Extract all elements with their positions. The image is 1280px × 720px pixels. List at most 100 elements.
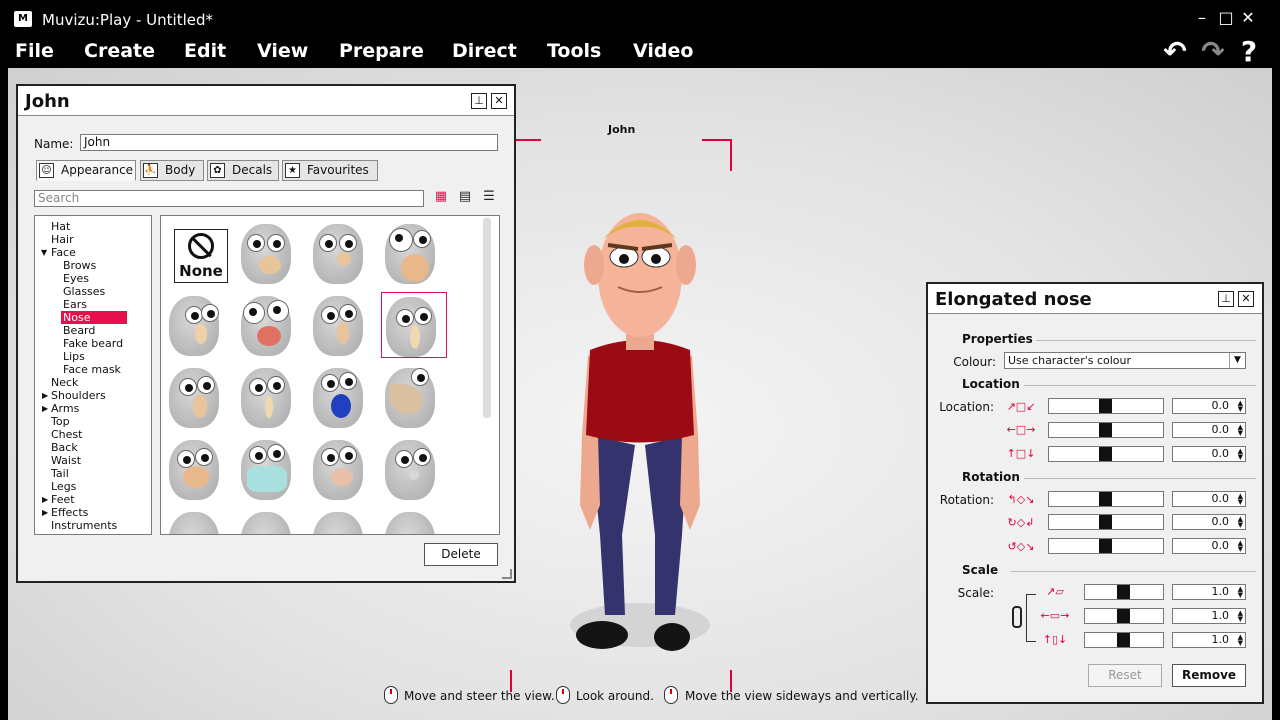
stepper-arrows-icon[interactable]: ▲ ▼ (1234, 448, 1243, 461)
location-z-slider[interactable] (1048, 446, 1164, 462)
tree-item-brows[interactable]: Brows (63, 259, 96, 272)
nose-option[interactable] (237, 220, 303, 286)
colour-select[interactable]: Use character's colour ▼ (1004, 352, 1246, 369)
tree-item-legs[interactable]: Legs (51, 480, 76, 493)
nose-option[interactable] (237, 436, 303, 502)
rotation-y-slider[interactable] (1048, 514, 1164, 530)
tree-item-glasses[interactable]: Glasses (63, 285, 105, 298)
nose-option[interactable] (381, 508, 447, 534)
menu-create[interactable]: Create (84, 40, 155, 62)
scale-x-stepper[interactable]: 1.0 ▲ ▼ (1172, 584, 1246, 600)
stepper-arrows-icon[interactable]: ▲ ▼ (1234, 634, 1243, 647)
close-icon[interactable]: ✕ (1238, 291, 1254, 307)
scale-z-slider[interactable] (1084, 632, 1164, 648)
scale-x-slider[interactable] (1084, 584, 1164, 600)
redo-icon[interactable]: ↷ (1196, 36, 1230, 68)
nose-option[interactable] (309, 292, 375, 358)
tree-item-ears[interactable]: Ears (63, 298, 87, 311)
tree-item-effects[interactable]: Effects (51, 506, 88, 519)
nose-option[interactable] (381, 364, 447, 430)
nose-option[interactable] (237, 292, 303, 358)
rotation-z-stepper[interactable]: 0.0 ▲ ▼ (1172, 538, 1246, 554)
list-view-icon[interactable]: ☰ (481, 189, 497, 205)
pin-icon[interactable]: ⊥ (471, 93, 487, 109)
tree-item-eyes[interactable]: Eyes (63, 272, 89, 285)
location-x-stepper[interactable]: 0.0 ▲ ▼ (1172, 398, 1246, 414)
tree-item-lips[interactable]: Lips (63, 350, 85, 363)
collapsed-arrow-icon[interactable]: ▶ (42, 404, 48, 413)
tree-item-nose[interactable]: Nose (61, 311, 127, 324)
menu-file[interactable]: File (15, 40, 54, 62)
menu-prepare[interactable]: Prepare (339, 40, 424, 62)
undo-icon[interactable]: ↶ (1158, 36, 1192, 68)
nose-option[interactable] (237, 364, 303, 430)
rotation-x-stepper[interactable]: 0.0 ▲ ▼ (1172, 491, 1246, 507)
tree-item-hair[interactable]: Hair (51, 233, 74, 246)
tree-item-face[interactable]: Face (51, 246, 76, 259)
nose-option[interactable] (309, 364, 375, 430)
scale-y-stepper[interactable]: 1.0 ▲ ▼ (1172, 608, 1246, 624)
collapsed-arrow-icon[interactable]: ▶ (42, 391, 48, 400)
tab-appearance[interactable]: ☺ Appearance (36, 160, 136, 181)
help-icon[interactable]: ? (1232, 36, 1266, 68)
stepper-arrows-icon[interactable]: ▲ ▼ (1234, 424, 1243, 437)
close-icon[interactable]: ✕ (491, 93, 507, 109)
character-john[interactable] (560, 205, 720, 675)
tab-favourites[interactable]: ★ Favourites (282, 160, 378, 181)
rotation-x-slider[interactable] (1048, 491, 1164, 507)
pin-icon[interactable]: ⊥ (1218, 291, 1234, 307)
nose-option[interactable] (165, 436, 231, 502)
reset-button[interactable]: Reset (1088, 664, 1162, 687)
location-y-stepper[interactable]: 0.0 ▲ ▼ (1172, 422, 1246, 438)
nose-option-elongated-selected[interactable] (381, 292, 447, 358)
tree-item-top[interactable]: Top (51, 415, 70, 428)
nose-option[interactable] (165, 292, 231, 358)
nose-option[interactable] (381, 436, 447, 502)
tree-item-face-mask[interactable]: Face mask (63, 363, 121, 376)
scale-z-stepper[interactable]: 1.0 ▲ ▼ (1172, 632, 1246, 648)
remove-button[interactable]: Remove (1172, 664, 1246, 687)
nose-option-none[interactable]: None (165, 220, 231, 286)
tree-item-waist[interactable]: Waist (51, 454, 81, 467)
nose-option[interactable] (309, 220, 375, 286)
resize-grip-icon[interactable] (502, 569, 512, 579)
grid-large-icon[interactable]: ▦ (433, 189, 449, 205)
name-input[interactable]: John (80, 134, 498, 151)
collapsed-arrow-icon[interactable]: ▶ (42, 508, 48, 517)
category-tree[interactable]: Hat Hair ▼ Face Brows Eyes Glasses Ears … (34, 215, 152, 535)
link-chain-icon[interactable] (1012, 606, 1022, 628)
menu-edit[interactable]: Edit (184, 40, 226, 62)
stepper-arrows-icon[interactable]: ▲ ▼ (1234, 400, 1243, 413)
menu-view[interactable]: View (257, 40, 308, 62)
rotation-z-slider[interactable] (1048, 538, 1164, 554)
stepper-arrows-icon[interactable]: ▲ ▼ (1234, 493, 1243, 506)
delete-button[interactable]: Delete (424, 543, 498, 566)
tree-item-feet[interactable]: Feet (51, 493, 75, 506)
nose-option[interactable] (165, 508, 231, 534)
nose-thumbnail-grid[interactable]: None (160, 215, 500, 535)
scale-y-slider[interactable] (1084, 608, 1164, 624)
stepper-arrows-icon[interactable]: ▲ ▼ (1234, 586, 1243, 599)
tree-item-shoulders[interactable]: Shoulders (51, 389, 106, 402)
search-input[interactable]: Search (34, 190, 424, 207)
tree-item-tail[interactable]: Tail (51, 467, 69, 480)
tree-item-instruments[interactable]: Instruments (51, 519, 117, 532)
nose-option[interactable] (381, 220, 447, 286)
menu-tools[interactable]: Tools (547, 40, 601, 62)
grid-scrollbar[interactable] (483, 218, 491, 418)
maximize-icon[interactable]: □ (1216, 8, 1236, 28)
tree-item-neck[interactable]: Neck (51, 376, 78, 389)
tree-item-fake-beard[interactable]: Fake beard (63, 337, 123, 350)
rotation-y-stepper[interactable]: 0.0 ▲ ▼ (1172, 514, 1246, 530)
nose-option[interactable] (237, 508, 303, 534)
location-x-slider[interactable] (1048, 398, 1164, 414)
minimize-icon[interactable]: – (1192, 8, 1212, 28)
stepper-arrows-icon[interactable]: ▲ ▼ (1234, 540, 1243, 553)
tree-item-arms[interactable]: Arms (51, 402, 79, 415)
menu-video[interactable]: Video (633, 40, 693, 62)
stepper-arrows-icon[interactable]: ▲ ▼ (1234, 610, 1243, 623)
tab-decals[interactable]: ✿ Decals (207, 160, 279, 181)
tree-item-hat[interactable]: Hat (51, 220, 70, 233)
expanded-arrow-icon[interactable]: ▼ (41, 248, 47, 257)
tree-item-beard[interactable]: Beard (63, 324, 95, 337)
